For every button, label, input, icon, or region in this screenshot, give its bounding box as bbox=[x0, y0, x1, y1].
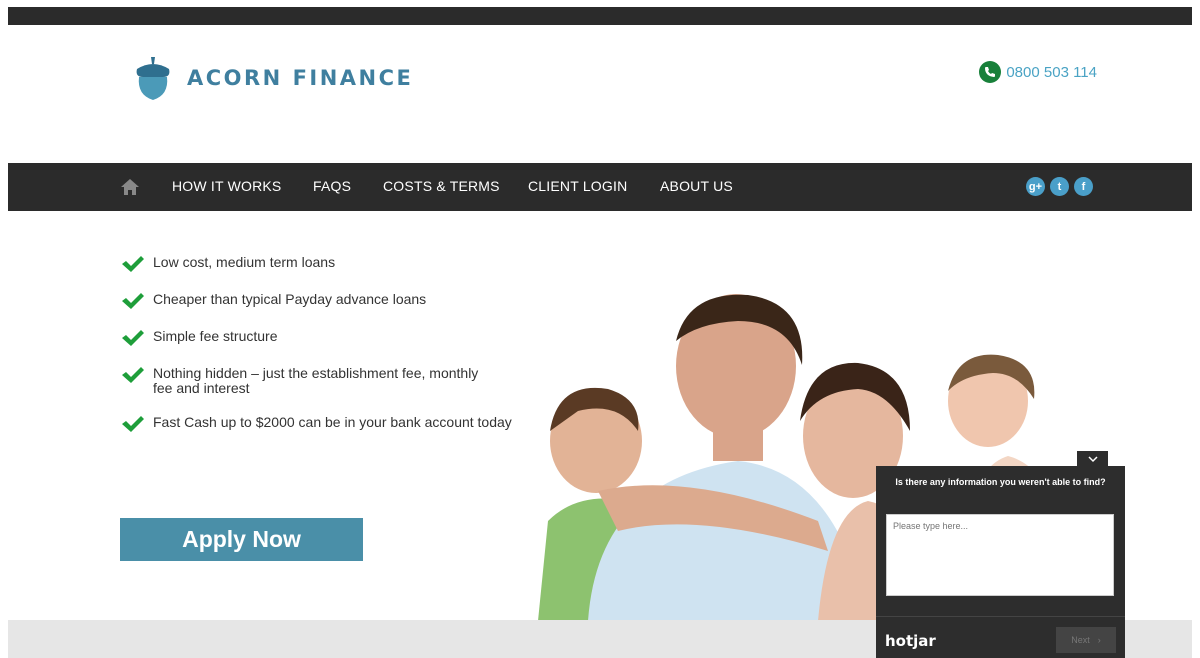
hotjar-logo: hotjar bbox=[885, 632, 936, 650]
feature-text: Simple fee structure bbox=[153, 328, 278, 344]
feature-text: Fast Cash up to $2000 can be in your ban… bbox=[153, 414, 512, 430]
brand-name: ACORN FINANCE bbox=[187, 66, 414, 90]
checkmark-icon bbox=[122, 416, 144, 432]
feedback-input[interactable] bbox=[886, 514, 1114, 596]
nav-costs-terms[interactable]: COSTS & TERMS bbox=[383, 178, 500, 194]
main-nav: HOW IT WORKS FAQS COSTS & TERMS CLIENT L… bbox=[8, 163, 1192, 211]
feature-text: Nothing hidden – just the establishment … bbox=[153, 365, 479, 396]
feature-item: Simple fee structure bbox=[121, 329, 531, 347]
feature-item: Cheaper than typical Payday advance loan… bbox=[121, 292, 531, 310]
nav-how-it-works[interactable]: HOW IT WORKS bbox=[172, 178, 281, 194]
nav-client-login[interactable]: CLIENT LOGIN bbox=[528, 178, 627, 194]
checkmark-icon bbox=[122, 367, 144, 383]
home-icon[interactable] bbox=[120, 177, 140, 197]
divider bbox=[876, 616, 1125, 617]
next-label: Next bbox=[1071, 635, 1090, 645]
google-plus-icon[interactable]: g+ bbox=[1026, 177, 1045, 196]
checkmark-icon bbox=[122, 293, 144, 309]
nav-faqs[interactable]: FAQS bbox=[313, 178, 351, 194]
checkmark-icon bbox=[122, 330, 144, 346]
facebook-icon[interactable]: f bbox=[1074, 177, 1093, 196]
feature-text: Low cost, medium term loans bbox=[153, 254, 336, 270]
feature-item: Nothing hidden – just the establishment … bbox=[121, 366, 531, 396]
feedback-question: Is there any information you weren't abl… bbox=[895, 477, 1106, 487]
feedback-widget: Is there any information you weren't abl… bbox=[876, 466, 1125, 658]
site-header: ACORN FINANCE 0800 503 114 bbox=[8, 25, 1192, 163]
feature-text: Cheaper than typical Payday advance loan… bbox=[153, 291, 427, 307]
chevron-down-icon bbox=[1087, 455, 1098, 462]
feedback-collapse-button[interactable] bbox=[1077, 451, 1108, 467]
top-strip bbox=[8, 7, 1192, 25]
nav-about-us[interactable]: ABOUT US bbox=[660, 178, 733, 194]
feature-list: Low cost, medium term loans Cheaper than… bbox=[121, 255, 531, 452]
feature-item: Fast Cash up to $2000 can be in your ban… bbox=[121, 415, 531, 433]
twitter-icon[interactable]: t bbox=[1050, 177, 1069, 196]
phone-contact[interactable]: 0800 503 114 bbox=[979, 61, 1097, 83]
acorn-icon bbox=[136, 57, 170, 100]
checkmark-icon bbox=[122, 256, 144, 272]
apply-now-button[interactable]: Apply Now bbox=[120, 518, 363, 561]
phone-number[interactable]: 0800 503 114 bbox=[1006, 64, 1097, 81]
chevron-right-icon: › bbox=[1097, 635, 1101, 645]
next-button[interactable]: Next › bbox=[1056, 627, 1116, 653]
brand-logo[interactable]: ACORN FINANCE bbox=[133, 55, 413, 101]
feature-item: Low cost, medium term loans bbox=[121, 255, 531, 273]
phone-icon bbox=[979, 61, 1002, 83]
